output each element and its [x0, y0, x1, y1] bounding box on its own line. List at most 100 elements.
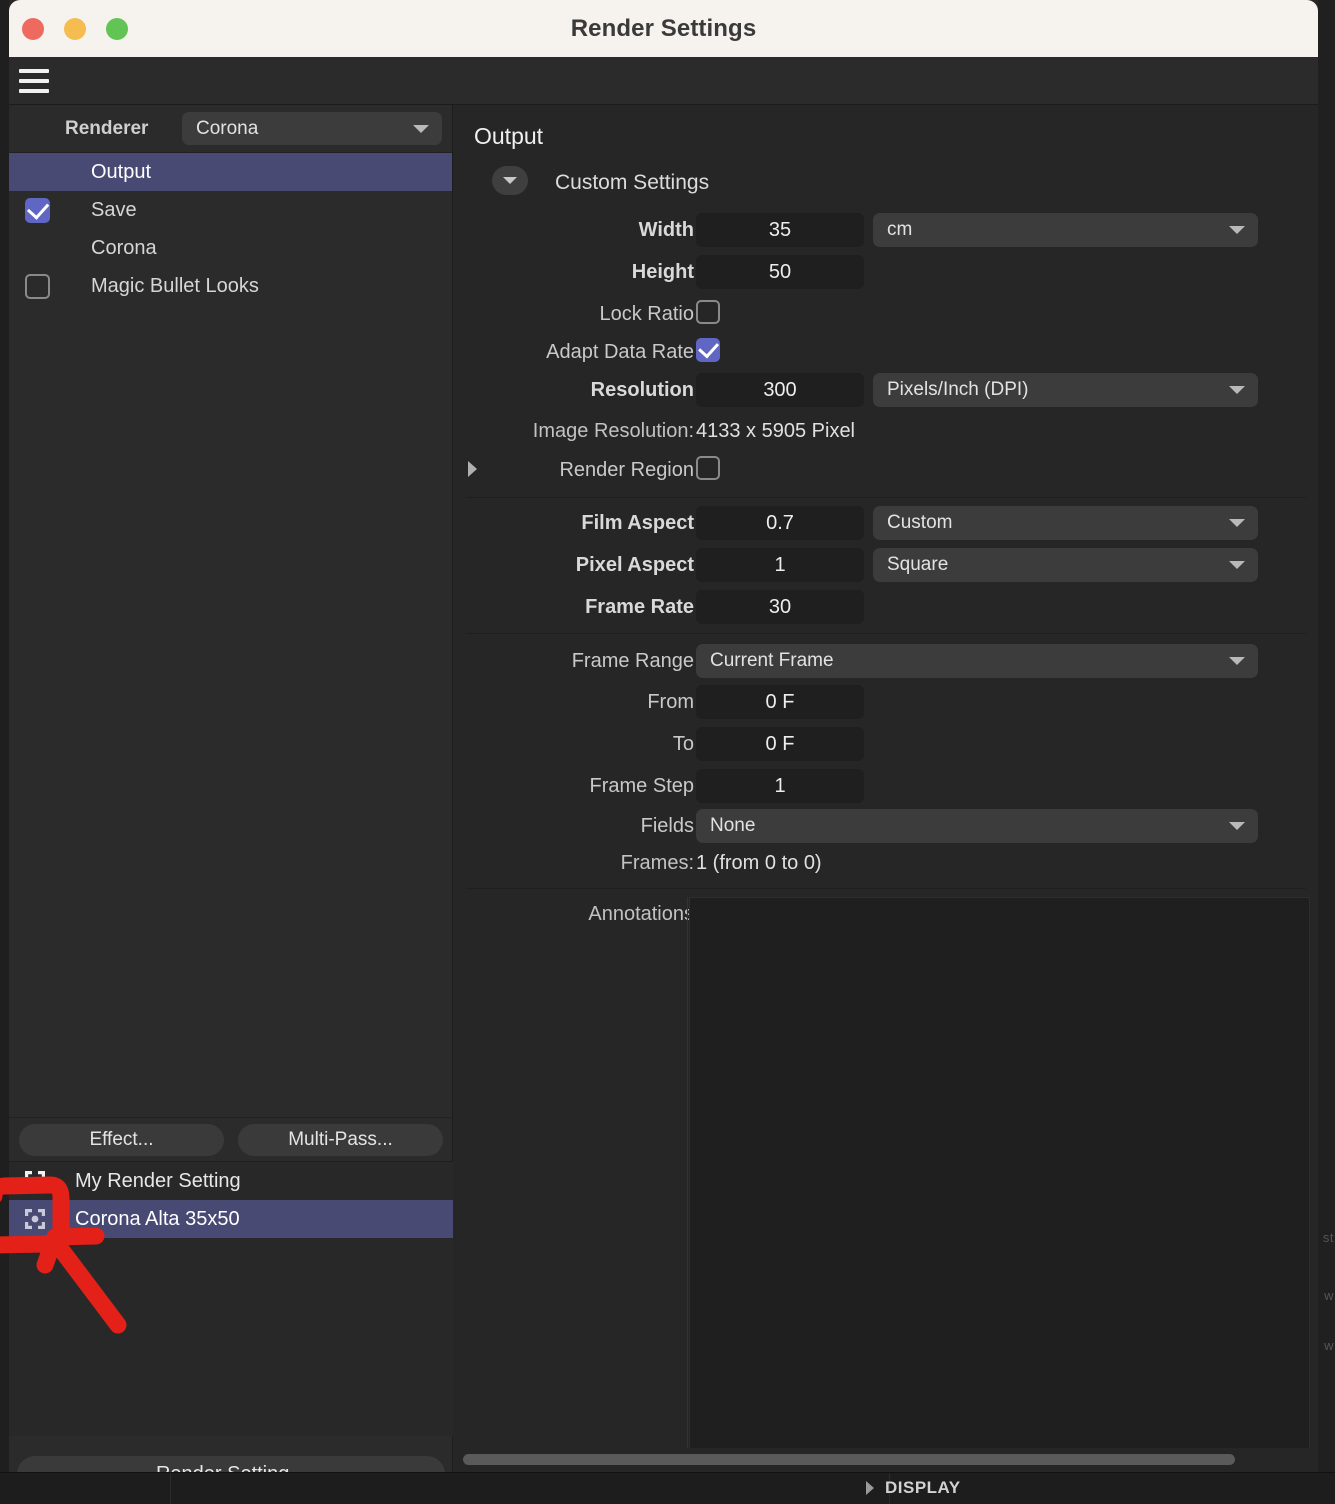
lock-ratio-label: Lock Ratio	[599, 303, 695, 325]
fields-row: Fields None	[454, 809, 1318, 851]
image-resolution-value: 4133 x 5905 Pixel	[696, 420, 856, 442]
render-region-checkbox[interactable]	[696, 456, 720, 480]
frame-range-label: Frame Range	[571, 650, 694, 672]
list-item-corona-alta-35x50[interactable]: Corona Alta 35x50	[9, 1200, 453, 1238]
effect-button[interactable]: Effect...	[19, 1123, 224, 1156]
renderer-dropdown[interactable]: Corona	[182, 112, 442, 145]
window-titlebar: Render Settings	[9, 0, 1318, 57]
pixel-aspect-preset-dropdown[interactable]: Square	[873, 548, 1258, 582]
renderer-dropdown-value: Corona	[196, 117, 259, 139]
behind-window-bottom-bar: DISPLAY	[0, 1472, 1335, 1504]
adapt-data-rate-checkbox[interactable]	[696, 338, 720, 362]
sidebar-item-save[interactable]: Save	[9, 191, 452, 229]
fields-label: Fields	[640, 815, 694, 837]
ghost-text-2: w	[1324, 1288, 1334, 1303]
height-input[interactable]: 50	[696, 255, 864, 289]
render-region-row: Render Region	[454, 453, 1318, 495]
chevron-down-icon	[1229, 561, 1245, 569]
from-label: From	[647, 691, 694, 713]
chevron-down-icon	[1229, 226, 1245, 234]
film-aspect-preset-dropdown[interactable]: Custom	[873, 506, 1258, 540]
sidebar-item-output-label: Output	[91, 160, 152, 183]
frame-rate-input[interactable]: 30	[696, 590, 864, 624]
render-setting-icon	[23, 1169, 47, 1193]
annotations-divider	[687, 897, 688, 1463]
resolution-input[interactable]: 300	[696, 373, 864, 407]
annotations-textarea[interactable]	[689, 897, 1310, 1463]
list-item-corona-alta-35x50-label: Corona Alta 35x50	[75, 1207, 240, 1230]
chevron-right-icon	[866, 1481, 874, 1495]
frame-range-value: Current Frame	[710, 650, 834, 671]
pixel-aspect-input[interactable]: 1	[696, 548, 864, 582]
frame-rate-row: Frame Rate 30	[454, 590, 1318, 632]
list-item-my-render-setting[interactable]: My Render Setting	[9, 1162, 453, 1200]
minimize-button-icon[interactable]	[64, 18, 86, 40]
hamburger-menu-icon[interactable]	[18, 66, 50, 96]
width-unit-dropdown[interactable]: cm	[873, 213, 1258, 247]
width-label: Width	[638, 219, 694, 241]
desktop-backdrop-left	[0, 0, 9, 1504]
divider	[466, 497, 1306, 498]
lock-ratio-checkbox[interactable]	[696, 300, 720, 324]
ghost-text-3: w	[1324, 1338, 1334, 1353]
fields-value: None	[710, 815, 756, 836]
multi-pass-button[interactable]: Multi-Pass...	[238, 1123, 443, 1156]
render-setting-icon	[23, 1207, 47, 1231]
renderer-label: Renderer	[65, 117, 149, 139]
window-title: Render Settings	[570, 14, 757, 42]
magic-bullet-looks-checkbox[interactable]	[25, 273, 50, 299]
triangle-down-icon	[503, 177, 517, 184]
display-label: DISPLAY	[885, 1478, 961, 1497]
save-checkbox[interactable]	[25, 197, 50, 223]
horizontal-scrollbar-thumb[interactable]	[463, 1453, 1235, 1465]
app-toolbar	[9, 57, 1318, 105]
frame-range-dropdown[interactable]: Current Frame	[696, 644, 1258, 678]
annotations-label: Annotations	[588, 903, 694, 925]
divider	[466, 633, 1306, 634]
image-resolution-row: Image Resolution: 4133 x 5905 Pixel	[454, 416, 1318, 450]
sidebar-nav-list: Output Save Corona Magic Bullet Looks	[9, 152, 452, 305]
display-section-header[interactable]: DISPLAY	[866, 1478, 961, 1498]
frame-range-row: Frame Range Current Frame	[454, 644, 1318, 686]
render-settings-window: st w w Render Settings Renderer Corona O…	[0, 0, 1335, 1504]
page-title: Output	[474, 123, 544, 149]
zoom-button-icon[interactable]	[106, 18, 128, 40]
adapt-data-rate-row: Adapt Data Rate	[454, 335, 1318, 377]
sidebar-item-magic-bullet-looks[interactable]: Magic Bullet Looks	[9, 267, 452, 305]
lock-ratio-row: Lock Ratio	[454, 297, 1318, 339]
sidebar-item-save-label: Save	[91, 198, 137, 221]
chevron-down-icon	[1229, 822, 1245, 830]
chevron-down-icon	[413, 124, 429, 133]
fields-dropdown[interactable]: None	[696, 809, 1258, 843]
image-resolution-label: Image Resolution:	[532, 420, 694, 442]
ghost-text-1: st	[1322, 1230, 1334, 1245]
width-input[interactable]: 35	[696, 213, 864, 247]
film-aspect-input[interactable]: 0.7	[696, 506, 864, 540]
frame-rate-label: Frame Rate	[585, 596, 694, 618]
close-button-icon[interactable]	[22, 18, 44, 40]
resolution-label: Resolution	[590, 379, 694, 401]
to-label: To	[672, 733, 694, 755]
horizontal-scrollbar-track[interactable]	[454, 1448, 1318, 1470]
from-input[interactable]: 0 F	[696, 685, 864, 719]
height-row: Height 50	[454, 255, 1318, 297]
chevron-down-icon	[1229, 519, 1245, 527]
pixel-aspect-label: Pixel Aspect	[575, 554, 694, 576]
sidebar-item-corona[interactable]: Corona	[9, 229, 452, 267]
sidebar-item-output[interactable]: Output	[9, 153, 452, 191]
frame-step-row: Frame Step 1	[454, 769, 1318, 811]
divider	[466, 888, 1306, 889]
resolution-unit-dropdown[interactable]: Pixels/Inch (DPI)	[873, 373, 1258, 407]
resolution-row: Resolution 300 Pixels/Inch (DPI)	[454, 373, 1318, 415]
resolution-unit-value: Pixels/Inch (DPI)	[887, 379, 1029, 400]
pixel-aspect-row: Pixel Aspect 1 Square	[454, 548, 1318, 590]
to-input[interactable]: 0 F	[696, 727, 864, 761]
film-aspect-row: Film Aspect 0.7 Custom	[454, 506, 1318, 548]
custom-settings-label: Custom Settings	[555, 171, 710, 194]
film-aspect-preset-value: Custom	[887, 512, 953, 533]
list-item-my-render-setting-label: My Render Setting	[75, 1169, 241, 1192]
custom-settings-disclosure-triangle[interactable]	[492, 166, 528, 195]
frame-step-input[interactable]: 1	[696, 769, 864, 803]
sidebar-item-corona-label: Corona	[91, 236, 157, 259]
renderer-row: Renderer Corona	[9, 105, 452, 152]
